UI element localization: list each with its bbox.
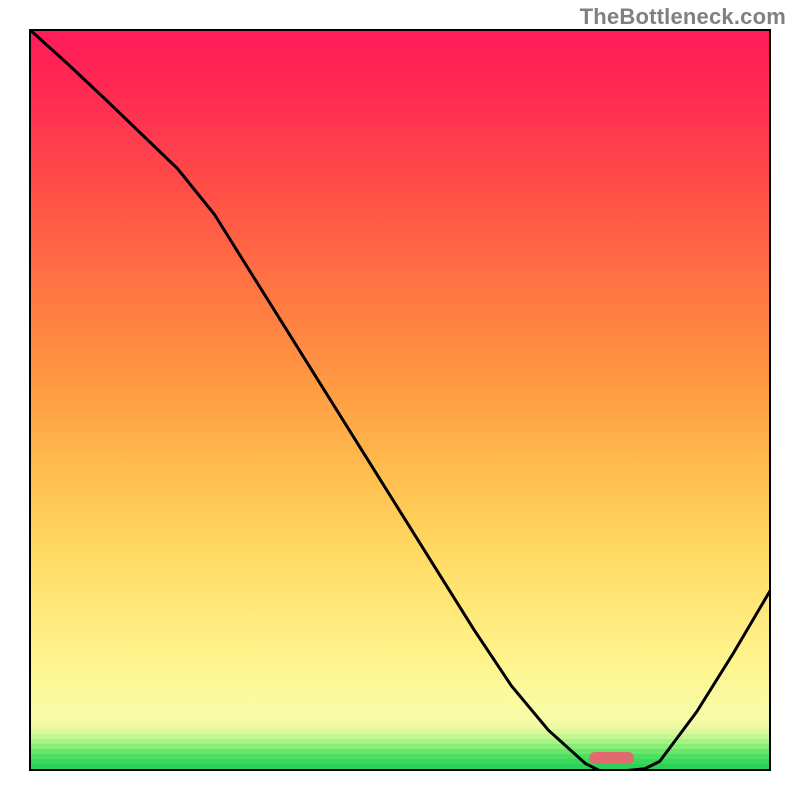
- gradient-line-chart: [29, 29, 771, 771]
- chart-container: TheBottleneck.com: [0, 0, 800, 800]
- watermark-text: TheBottleneck.com: [580, 4, 786, 30]
- plot-area: [29, 29, 771, 771]
- heat-gradient-fill: [29, 29, 771, 771]
